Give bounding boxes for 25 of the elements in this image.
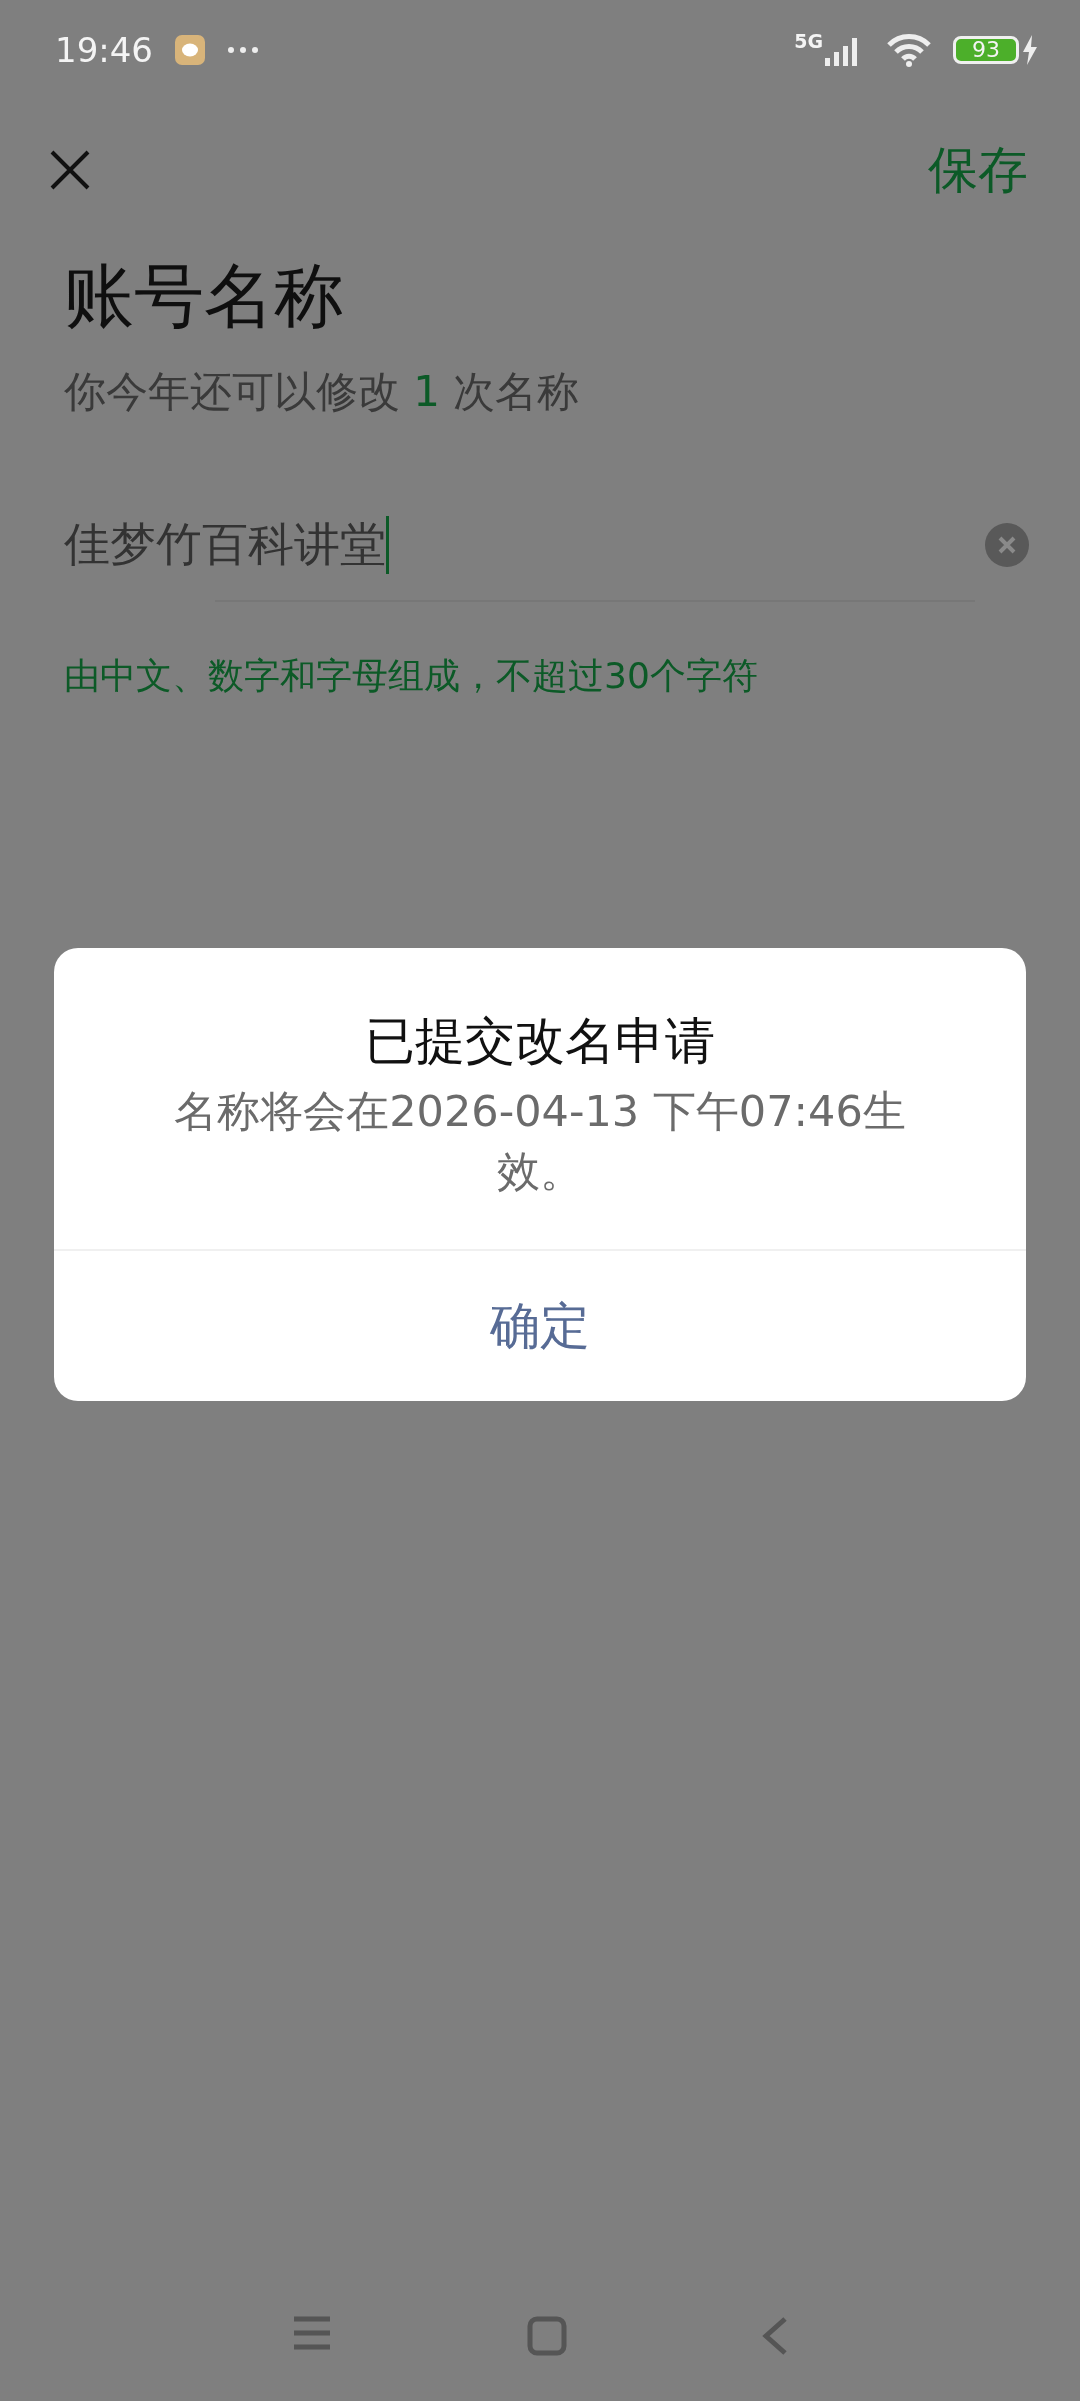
close-icon [48, 148, 92, 192]
network-type: 5G [794, 30, 823, 52]
page-title: 账号名称 [64, 254, 345, 339]
name-hint: 由中文、数字和字母组成，不超过30个字符 [64, 654, 759, 698]
charging-icon [1022, 35, 1038, 65]
menu-button[interactable] [292, 2316, 332, 2350]
save-button[interactable]: 保存 [928, 136, 1028, 204]
more-icon [227, 46, 259, 54]
confirm-button[interactable]: 确定 [54, 1251, 1026, 1401]
menu-icon [292, 2316, 332, 2350]
back-icon [762, 2316, 788, 2356]
clear-button[interactable] [984, 522, 1030, 568]
home-icon [527, 2316, 567, 2356]
home-button[interactable] [527, 2316, 567, 2356]
close-button[interactable] [48, 148, 92, 192]
name-field[interactable]: 佳梦竹百科讲堂 [64, 500, 984, 590]
battery-level: 93 [953, 36, 1019, 64]
dialog-title: 已提交改名申请 [365, 1011, 715, 1072]
back-button[interactable] [762, 2316, 788, 2356]
dialog-message: 名称将会在2026-04-13 下午07:46生效。 [173, 1085, 907, 1198]
clear-icon [984, 522, 1030, 568]
wifi-icon [887, 33, 931, 67]
status-time: 19:46 [55, 30, 153, 70]
rename-quota-text: 你今年还可以修改 1 次名称 [64, 366, 581, 418]
chat-app-icon [175, 35, 205, 65]
